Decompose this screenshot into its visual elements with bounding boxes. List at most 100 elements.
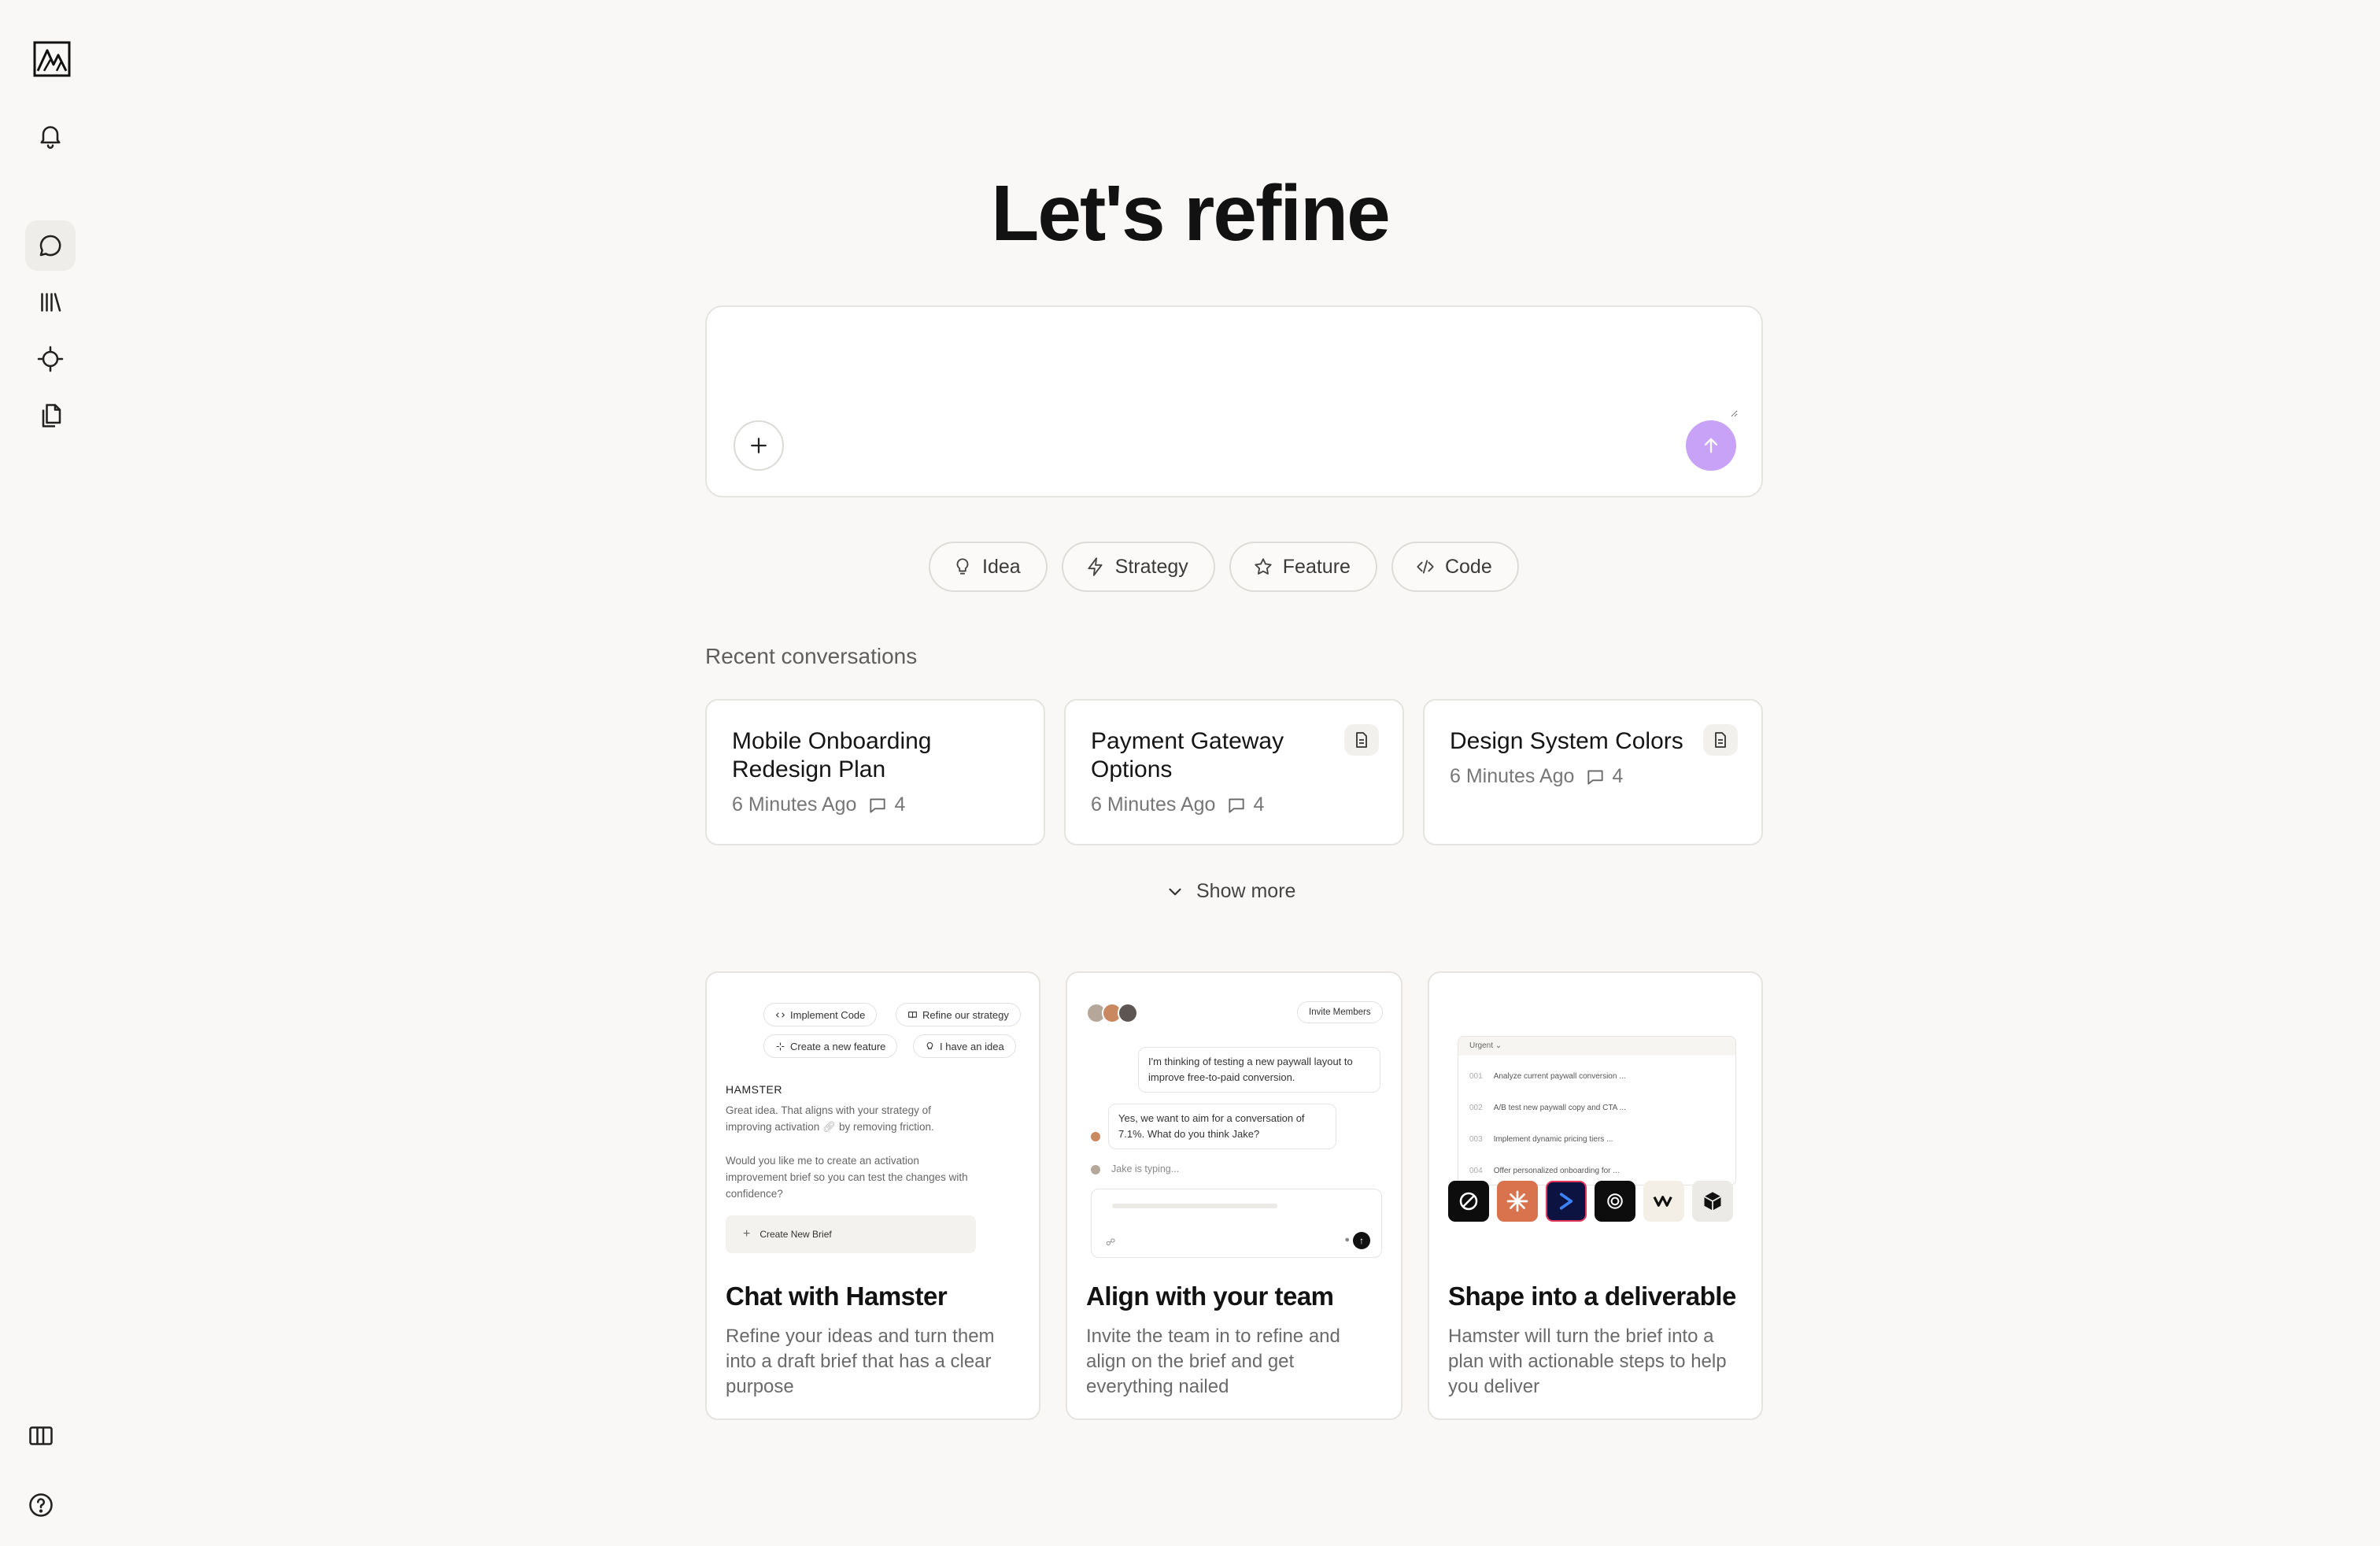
library-icon [41, 293, 61, 312]
preview-message-tail: by removing friction. [838, 1121, 934, 1133]
preview-chip: I have an idea [913, 1034, 1016, 1058]
message-input[interactable] [730, 331, 1738, 417]
document-icon [1356, 732, 1367, 748]
preview-message: Great idea. That aligns with your strate… [726, 1104, 934, 1133]
conversation-time: 6 Minutes Ago [732, 793, 857, 816]
chip-code[interactable]: Code [1391, 542, 1519, 592]
create-brief-preview-button: + Create New Brief [726, 1215, 976, 1253]
sidebar-item-documents[interactable] [25, 390, 76, 441]
help-button[interactable] [16, 1480, 66, 1530]
feature-card-chat[interactable]: Implement Code Refine our strategy Creat… [705, 971, 1040, 1420]
chip-label: Idea [982, 555, 1021, 578]
preview-chip-label: Implement Code [790, 1008, 866, 1021]
lightbulb-icon [956, 558, 969, 575]
conversation-time: 6 Minutes Ago [1450, 765, 1575, 787]
avatar [1089, 1130, 1102, 1143]
conversation-title: Mobile Onboarding Redesign Plan [732, 728, 932, 782]
chip-strategy[interactable]: Strategy [1061, 542, 1215, 592]
panel-icon [29, 1426, 53, 1445]
avatar [1118, 1003, 1138, 1023]
star-icon [1255, 558, 1272, 575]
task-text: Implement dynamic pricing tiers ... [1493, 1134, 1613, 1144]
chip-label: Feature [1282, 555, 1351, 578]
comment-icon [1229, 797, 1245, 813]
task-row: 003 Implement dynamic pricing tiers ... [1458, 1123, 1735, 1155]
avatar [1089, 1163, 1102, 1176]
feature-description: Refine your ideas and turn them into a d… [726, 1326, 995, 1397]
task-list-preview: Urgent ⌄ 001 Analyze current paywall con… [1458, 1036, 1736, 1185]
app-claude-icon [1497, 1181, 1538, 1222]
preview-chip: Implement Code [763, 1003, 878, 1026]
code-icon [775, 1012, 785, 1018]
plus-icon [751, 438, 767, 453]
task-id: 001 [1469, 1071, 1483, 1081]
document-badge [1344, 724, 1379, 756]
team-preview: Invite Members I'm thinking of testing a… [1067, 973, 1401, 1274]
show-more-label: Show more [1196, 880, 1296, 902]
typing-indicator: Jake is typing... [1111, 1163, 1180, 1174]
task-group-header: Urgent ⌄ [1458, 1037, 1735, 1056]
sidebar-item-target[interactable] [25, 334, 76, 384]
preview-chip-label: Create a new feature [790, 1040, 886, 1052]
conversation-title: Payment Gateway Options [1091, 728, 1284, 782]
feature-description: Hamster will turn the brief into a plan … [1448, 1326, 1727, 1397]
preview-bubble: I'm thinking of testing a new paywall la… [1138, 1047, 1380, 1093]
task-row: 002 A/B test new paywall copy and CTA ..… [1458, 1092, 1735, 1123]
deliverable-preview: Urgent ⌄ 001 Analyze current paywall con… [1429, 973, 1761, 1274]
mic-icon: ● [1344, 1235, 1350, 1245]
conversation-time: 6 Minutes Ago [1091, 793, 1216, 816]
composer [705, 305, 1763, 497]
comment-count: 4 [1253, 793, 1265, 816]
chat-preview: Implement Code Refine our strategy Creat… [707, 973, 1039, 1274]
prompt-chips: Idea Strategy Feature Code [929, 542, 1519, 592]
conversation-card[interactable]: Mobile Onboarding Redesign Plan 6 Minute… [705, 699, 1045, 845]
preview-chip: Create a new feature [763, 1034, 898, 1058]
send-button[interactable] [1686, 420, 1736, 471]
preview-text-placeholder [1112, 1204, 1277, 1208]
show-more-button[interactable]: Show more [1165, 880, 1295, 903]
chip-feature[interactable]: Feature [1229, 542, 1377, 592]
app-windsurf-icon [1643, 1181, 1684, 1222]
toggle-sidebar-button[interactable] [16, 1411, 66, 1461]
conversation-card[interactable]: Payment Gateway Options 6 Minutes Ago 4 [1064, 699, 1404, 845]
preview-question: Would you like me to create an activatio… [726, 1155, 968, 1200]
task-id: 004 [1469, 1166, 1483, 1175]
preview-bubble: Yes, we want to aim for a conversation o… [1108, 1104, 1336, 1149]
hamster-logo-icon[interactable] [33, 41, 71, 77]
preview-composer: ☍ ● ↑ [1091, 1189, 1382, 1258]
bell-icon [40, 126, 61, 149]
help-icon [29, 1493, 53, 1517]
plus-icon: + [743, 1227, 751, 1241]
book-icon [908, 1011, 917, 1018]
conversation-card[interactable]: Design System Colors 6 Minutes Ago 4 [1423, 699, 1763, 845]
task-text: Offer personalized onboarding for ... [1493, 1166, 1620, 1175]
feature-title: Align with your team [1086, 1282, 1334, 1311]
code-icon [1417, 560, 1434, 574]
crosshair-icon [37, 346, 64, 372]
preview-sender: HAMSTER [726, 1083, 782, 1096]
feature-card-team[interactable]: Invite Members I'm thinking of testing a… [1066, 971, 1402, 1420]
invite-label: Invite Members [1309, 1008, 1371, 1017]
preview-button-label: Create New Brief [759, 1229, 832, 1240]
attach-button[interactable] [734, 420, 784, 471]
chip-idea[interactable]: Idea [929, 542, 1048, 592]
preview-chip: Refine our strategy [896, 1003, 1021, 1026]
comment-icon [870, 797, 886, 813]
comment-count: 4 [894, 793, 906, 816]
chip-label: Code [1444, 555, 1492, 578]
attach-icon: ☍ [1106, 1237, 1116, 1248]
chevron-down-icon [1169, 888, 1181, 895]
preview-chip-label: Refine our strategy [922, 1008, 1009, 1021]
task-text: Analyze current paywall conversion ... [1493, 1071, 1626, 1081]
documents-icon [42, 404, 61, 427]
feature-card-deliverable[interactable]: Urgent ⌄ 001 Analyze current paywall con… [1428, 971, 1763, 1420]
task-text: A/B test new paywall copy and CTA ... [1493, 1103, 1626, 1112]
sidebar-item-library[interactable] [25, 277, 76, 327]
notifications-button[interactable] [25, 110, 76, 161]
task-id: 002 [1469, 1103, 1483, 1112]
chip-label: Strategy [1114, 555, 1188, 578]
invite-members-preview: Invite Members [1297, 1001, 1383, 1023]
document-badge [1703, 724, 1738, 756]
arrow-up-icon [1704, 438, 1718, 453]
app-cube-icon [1692, 1181, 1733, 1222]
